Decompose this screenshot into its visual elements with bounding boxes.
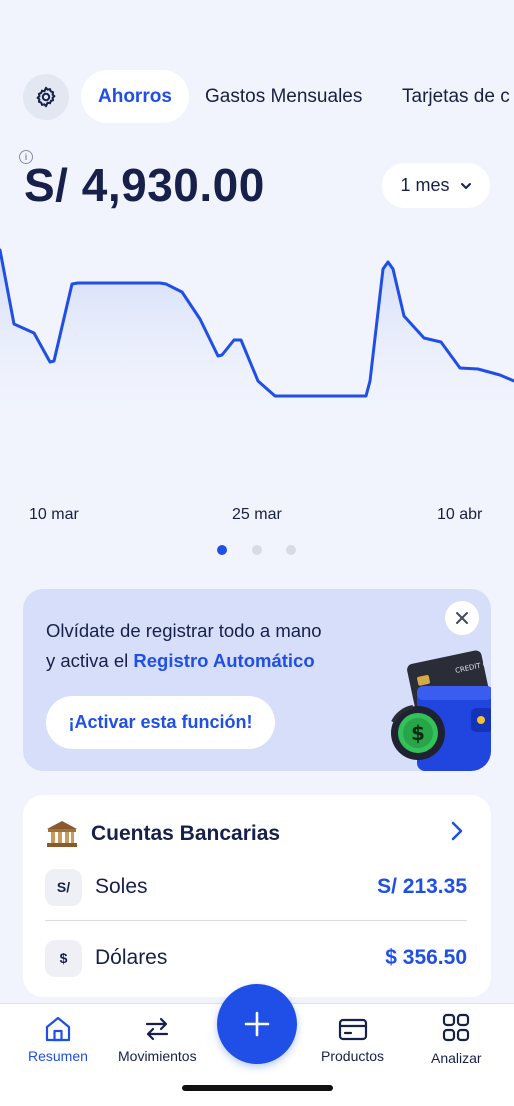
nav-label: Analizar: [431, 1050, 482, 1066]
x-tick-label: 10 mar: [29, 506, 79, 523]
x-tick-label: 25 mar: [232, 506, 282, 523]
nav-label: Movimientos: [118, 1048, 197, 1064]
close-icon: [456, 612, 468, 624]
savings-chart: [0, 248, 514, 415]
transfer-icon: [146, 1017, 169, 1041]
gear-icon: [36, 86, 56, 108]
account-amount: S/ 213.35: [377, 875, 467, 898]
nav-item-resumen[interactable]: Resumen: [28, 1014, 88, 1064]
category-tabs: Ahorros Gastos Mensuales Tarjetas de c: [0, 70, 514, 124]
nav-item-productos[interactable]: Productos: [321, 1014, 384, 1064]
account-row-dolares[interactable]: $ Dólares $ 356.50: [45, 939, 467, 977]
svg-text:$: $: [411, 721, 425, 745]
account-row-soles[interactable]: S/ Soles S/ 213.35: [45, 868, 467, 906]
chevron-down-icon: [460, 182, 471, 189]
pagination-dot-active[interactable]: [217, 545, 227, 555]
nav-label: Resumen: [28, 1048, 88, 1064]
currency-badge: $: [45, 939, 82, 977]
home-indicator: [182, 1085, 333, 1091]
pagination-dots: [0, 545, 514, 555]
divider: [45, 920, 467, 921]
activate-feature-button[interactable]: ¡Activar esta función!: [46, 696, 275, 749]
bank-accounts-header: Cuentas Bancarias: [45, 819, 280, 849]
promo-text: Olvídate de registrar todo a mano y acti…: [46, 616, 322, 676]
promo-highlight: Registro Automático: [133, 650, 315, 671]
settings-button[interactable]: [23, 74, 69, 120]
pagination-dot[interactable]: [252, 545, 262, 555]
home-icon: [45, 1016, 71, 1042]
pagination-dot[interactable]: [286, 545, 296, 555]
card-icon: [338, 1018, 367, 1041]
account-label: Soles: [95, 875, 148, 898]
nav-item-analizar[interactable]: Analizar: [431, 1012, 482, 1066]
tab-tarjetas[interactable]: Tarjetas de c: [402, 70, 510, 123]
tab-gastos-mensuales[interactable]: Gastos Mensuales: [205, 70, 362, 123]
plus-icon: [244, 1011, 270, 1037]
chart-area: [0, 250, 514, 415]
promo-banner: Olvídate de registrar todo a mano y acti…: [23, 589, 491, 771]
close-promo-button[interactable]: [445, 601, 479, 635]
period-selector[interactable]: 1 mes: [382, 163, 490, 208]
bank-accounts-title: Cuentas Bancarias: [91, 822, 281, 845]
grid-icon: [443, 1013, 470, 1042]
nav-item-movimientos[interactable]: Movimientos: [118, 1014, 197, 1064]
period-label: 1 mes: [400, 175, 450, 195]
bank-accounts-card[interactable]: Cuentas Bancarias S/ Soles S/ 213.35 $ D…: [23, 795, 491, 997]
promo-line1: Olvídate de registrar todo a mano: [46, 620, 322, 641]
account-label: Dólares: [95, 946, 168, 969]
promo-line2: y activa el Registro Automático: [46, 646, 322, 676]
wallet-illustration: CREDIT CARD $: [391, 650, 491, 771]
promo-line2-prefix: y activa el: [46, 650, 134, 671]
tab-ahorros[interactable]: Ahorros: [81, 70, 189, 123]
x-tick-label: 10 abr: [437, 506, 483, 523]
bank-icon: [47, 821, 77, 847]
balance-amount: S/ 4,930.00: [24, 159, 265, 211]
account-amount: $ 356.50: [385, 946, 467, 969]
add-button[interactable]: [217, 984, 297, 1064]
chevron-right-icon[interactable]: [451, 821, 463, 841]
currency-badge: S/: [45, 868, 82, 906]
nav-label: Productos: [321, 1048, 385, 1064]
